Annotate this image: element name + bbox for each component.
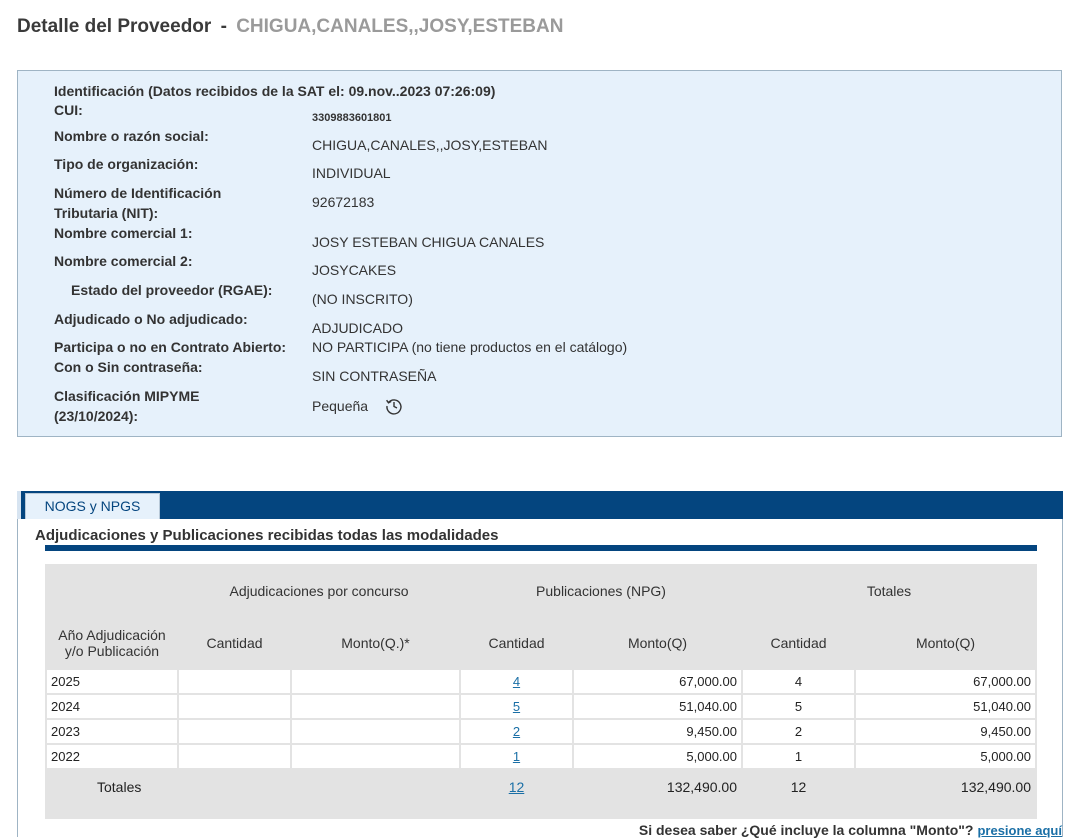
group-header-adjudicaciones: Adjudicaciones por concurso <box>229 583 409 599</box>
contrato-abierto-label: Participa o no en Contrato Abierto: <box>54 339 287 355</box>
nombre-comercial-1-value: JOSY ESTEBAN CHIGUA CANALES <box>312 234 545 250</box>
mipyme-value-row: Pequeña <box>312 396 404 419</box>
nit-label: Número de Identificación <box>54 185 222 201</box>
pub-qty-cell: 5 <box>461 695 572 718</box>
page-title-text: Detalle del Proveedor <box>17 16 212 37</box>
page-title: Detalle del Proveedor - CHIGUA,CANALES,,… <box>17 16 563 38</box>
tot-amt-cell: 67,000.00 <box>856 670 1035 693</box>
monto-help-link[interactable]: presione aquí <box>977 823 1062 838</box>
table-row: 2023 2 9,450.00 2 9,450.00 <box>47 720 1035 743</box>
history-icon[interactable] <box>384 396 404 419</box>
pub-qty-link[interactable]: 1 <box>513 749 520 764</box>
nit-value: 92672183 <box>312 194 375 210</box>
tab-nogs-npgs[interactable]: NOGS y NPGS <box>25 493 160 519</box>
adjudicado-label: Adjudicado o No adjudicado: <box>54 311 248 327</box>
pub-qty-link[interactable]: 5 <box>513 699 520 714</box>
tot-qty-cell: 1 <box>743 745 854 768</box>
pub-qty-cell: 2 <box>461 720 572 743</box>
pub-qty-cell: 1 <box>461 745 572 768</box>
table-row: 2024 5 51,040.00 5 51,040.00 <box>47 695 1035 718</box>
col-header-pub-amt: Monto(Q) <box>627 635 688 651</box>
adj-qty-cell <box>179 745 290 768</box>
adj-amt-cell <box>292 720 459 743</box>
nombre-comercial-1-label: Nombre comercial 1: <box>54 225 193 241</box>
totals-label: Totales <box>47 770 459 804</box>
section-title: Adjudicaciones y Publicaciones recibidas… <box>35 527 499 544</box>
tab-panel: Adjudicaciones y Publicaciones recibidas… <box>17 519 1063 837</box>
adj-qty-cell <box>179 695 290 718</box>
tipo-organizacion-value: INDIVIDUAL <box>312 165 391 181</box>
group-header-totales: Totales <box>866 583 912 599</box>
totals-tot-amt: 132,490.00 <box>856 770 1035 804</box>
pub-qty-link[interactable]: 4 <box>513 674 520 689</box>
col-header-year: Año Adjudicación y/o Publicación <box>58 627 166 659</box>
year-cell: 2025 <box>47 670 177 693</box>
tipo-organizacion-label: Tipo de organización: <box>54 156 199 172</box>
pub-amt-cell: 67,000.00 <box>574 670 741 693</box>
adj-amt-cell <box>292 695 459 718</box>
title-separator: - <box>220 16 227 37</box>
year-cell: 2022 <box>47 745 177 768</box>
mipyme-value: Pequeña <box>312 398 369 415</box>
adj-qty-cell <box>179 670 290 693</box>
razon-social-label: Nombre o razón social: <box>54 128 209 144</box>
provider-name: CHIGUA,CANALES,,JOSY,ESTEBAN <box>236 16 564 37</box>
estado-proveedor-label: Estado del proveedor (RGAE): <box>71 282 273 298</box>
totals-pub-qty-link[interactable]: 12 <box>509 779 525 795</box>
provider-info-panel: Identificación (Datos recibidos de la SA… <box>17 70 1062 437</box>
razon-social-value: CHIGUA,CANALES,,JOSY,ESTEBAN <box>312 137 548 153</box>
pub-amt-cell: 5,000.00 <box>574 745 741 768</box>
totals-pub-amt: 132,490.00 <box>574 770 741 804</box>
col-header-tot-qty: Cantidad <box>770 635 827 651</box>
monto-help-note: Si desea saber ¿Qué incluye la columna "… <box>639 822 1062 838</box>
estado-proveedor-value: (NO INSCRITO) <box>312 291 413 307</box>
section-rule <box>45 545 1037 551</box>
pub-qty-link[interactable]: 2 <box>513 724 520 739</box>
nit-label-line2: Tributaria (NIT): <box>54 205 159 221</box>
col-header-adj-amt: Monto(Q.)* <box>341 635 410 651</box>
mipyme-label: Clasificación MIPYME <box>54 388 200 404</box>
mipyme-label-line2: (23/10/2024): <box>54 408 139 424</box>
col-header-pub-qty: Cantidad <box>488 635 545 651</box>
totals-pub-qty-cell: 12 <box>461 770 572 804</box>
group-header-publicaciones: Publicaciones (NPG) <box>536 583 666 599</box>
tab-bar-accent <box>17 491 21 519</box>
adjudicado-value: ADJUDICADO <box>312 320 404 336</box>
contrato-abierto-value: NO PARTICIPA (no tiene productos en el c… <box>312 339 628 355</box>
table-row: 2022 1 5,000.00 1 5,000.00 <box>47 745 1035 768</box>
nombre-comercial-2-value: JOSYCAKES <box>312 262 397 278</box>
year-cell: 2023 <box>47 720 177 743</box>
monto-help-question: Si desea saber ¿Qué incluye la columna "… <box>638 822 974 838</box>
cui-value: 3309883601801 <box>312 112 392 124</box>
tot-qty-cell: 5 <box>743 695 854 718</box>
tab-bar: NOGS y NPGS <box>17 491 1063 519</box>
year-cell: 2024 <box>47 695 177 718</box>
pub-amt-cell: 51,040.00 <box>574 695 741 718</box>
col-header-adj-qty: Cantidad <box>206 635 263 651</box>
pub-qty-cell: 4 <box>461 670 572 693</box>
tot-amt-cell: 9,450.00 <box>856 720 1035 743</box>
adj-amt-cell <box>292 745 459 768</box>
contrasena-label: Con o Sin contraseña: <box>54 359 203 375</box>
table-row: 2025 4 67,000.00 4 67,000.00 <box>47 670 1035 693</box>
group-header-empty <box>47 566 177 616</box>
identification-heading: Identificación (Datos recibidos de la SA… <box>54 83 496 99</box>
adj-qty-cell <box>179 720 290 743</box>
summary-table: Adjudicaciones por concurso Publicacione… <box>45 564 1037 819</box>
tot-qty-cell: 2 <box>743 720 854 743</box>
pub-amt-cell: 9,450.00 <box>574 720 741 743</box>
tot-amt-cell: 5,000.00 <box>856 745 1035 768</box>
cui-label: CUI: <box>54 102 83 118</box>
tot-amt-cell: 51,040.00 <box>856 695 1035 718</box>
contrasena-value: SIN CONTRASEÑA <box>312 368 437 384</box>
tot-qty-cell: 4 <box>743 670 854 693</box>
adj-amt-cell <box>292 670 459 693</box>
col-header-tot-amt: Monto(Q) <box>915 635 976 651</box>
nombre-comercial-2-label: Nombre comercial 2: <box>54 253 193 269</box>
totals-tot-qty: 12 <box>743 770 854 804</box>
totals-row: Totales 12 132,490.00 12 132,490.00 <box>47 770 1035 804</box>
